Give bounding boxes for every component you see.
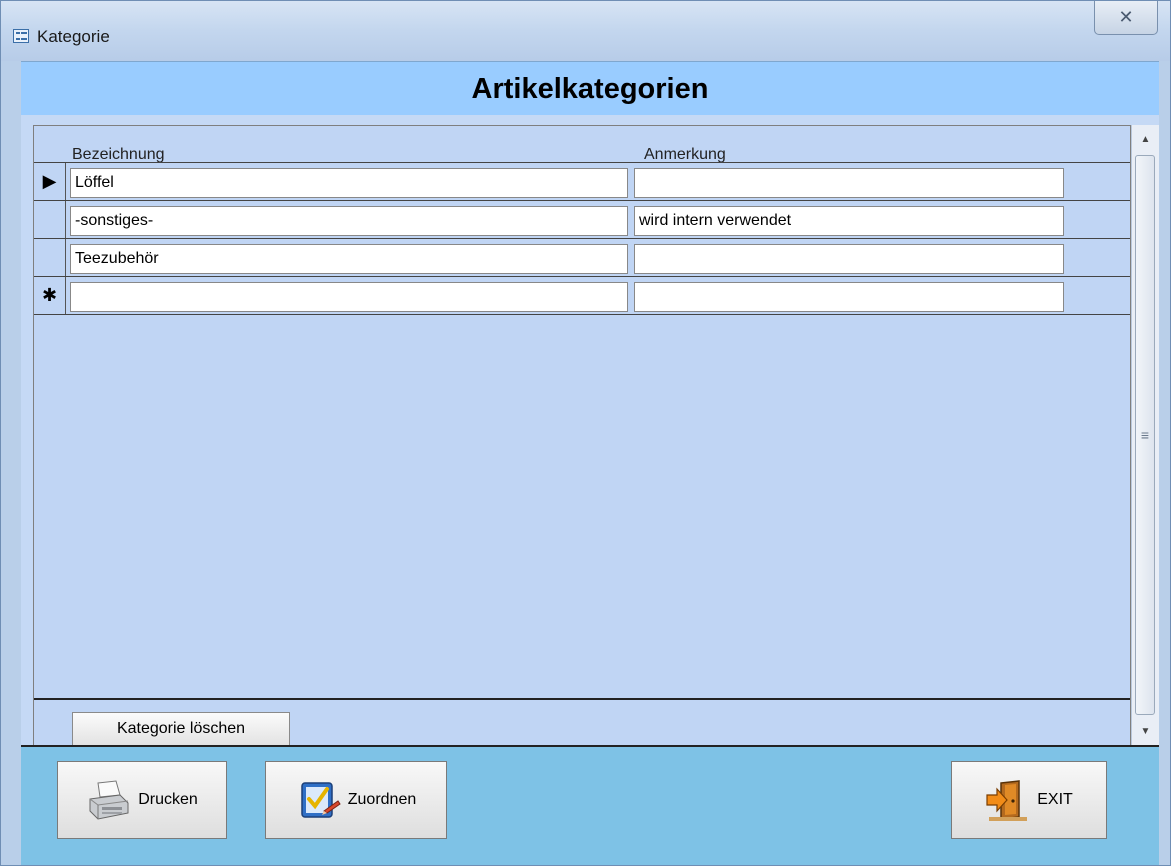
anmerkung-field[interactable] xyxy=(634,244,1064,274)
anmerkung-field[interactable] xyxy=(634,282,1064,312)
checklist-icon xyxy=(301,782,341,818)
assign-button-label: Zuordnen xyxy=(347,791,417,808)
scroll-up-arrow-icon[interactable]: ▲ xyxy=(1132,125,1159,153)
new-record-row[interactable]: ✱ xyxy=(34,276,1130,315)
table-row[interactable]: ▶ Löffel xyxy=(34,162,1130,200)
anmerkung-field[interactable]: wird intern verwendet xyxy=(634,206,1064,236)
exit-door-icon xyxy=(986,780,1028,821)
close-icon: ✕ xyxy=(1118,7,1134,27)
record-selector-current[interactable]: ▶ xyxy=(34,163,66,200)
bezeichnung-field[interactable] xyxy=(70,282,628,312)
form-footer-divider xyxy=(34,698,1130,700)
window-title: Kategorie xyxy=(37,27,110,46)
print-button-label: Drucken xyxy=(138,791,198,808)
record-selector-new[interactable]: ✱ xyxy=(34,277,66,314)
bezeichnung-field[interactable]: -sonstiges- xyxy=(70,206,628,236)
print-button[interactable]: Drucken xyxy=(57,761,227,839)
exit-button[interactable]: EXIT xyxy=(951,761,1107,839)
record-selector[interactable] xyxy=(34,239,66,276)
button-bar: Drucken Zuordnen EXIT xyxy=(21,745,1159,865)
scroll-thumb[interactable]: ≡ xyxy=(1135,155,1155,715)
title-bar[interactable]: Kategorie xyxy=(1,1,1170,61)
page-title: Artikelkategorien xyxy=(471,72,709,105)
anmerkung-field[interactable] xyxy=(634,168,1064,198)
datasheet: Bezeichnung Anmerkung ▶ Löffel -sonstige… xyxy=(33,125,1131,746)
vertical-scrollbar[interactable]: ▲ ≡ ▼ xyxy=(1131,125,1159,745)
kategorie-window: Kategorie ✕ Artikelkategorien Bezeichnun… xyxy=(0,0,1171,866)
record-selector[interactable] xyxy=(34,201,66,238)
bezeichnung-field[interactable]: Löffel xyxy=(70,168,628,198)
printer-icon xyxy=(89,780,129,820)
exit-button-label: EXIT xyxy=(1037,791,1073,808)
assign-button[interactable]: Zuordnen xyxy=(265,761,447,839)
datasheet-area: Bezeichnung Anmerkung ▶ Löffel -sonstige… xyxy=(21,115,1159,746)
table-row[interactable]: Teezubehör xyxy=(34,238,1130,276)
scroll-down-arrow-icon[interactable]: ▼ xyxy=(1132,717,1159,745)
table-row[interactable]: -sonstiges- wird intern verwendet xyxy=(34,200,1130,238)
form-header: Artikelkategorien xyxy=(21,61,1159,117)
delete-category-button[interactable]: Kategorie löschen xyxy=(72,712,290,746)
bezeichnung-field[interactable]: Teezubehör xyxy=(70,244,628,274)
form-icon xyxy=(13,29,29,43)
close-button[interactable]: ✕ xyxy=(1094,1,1158,35)
